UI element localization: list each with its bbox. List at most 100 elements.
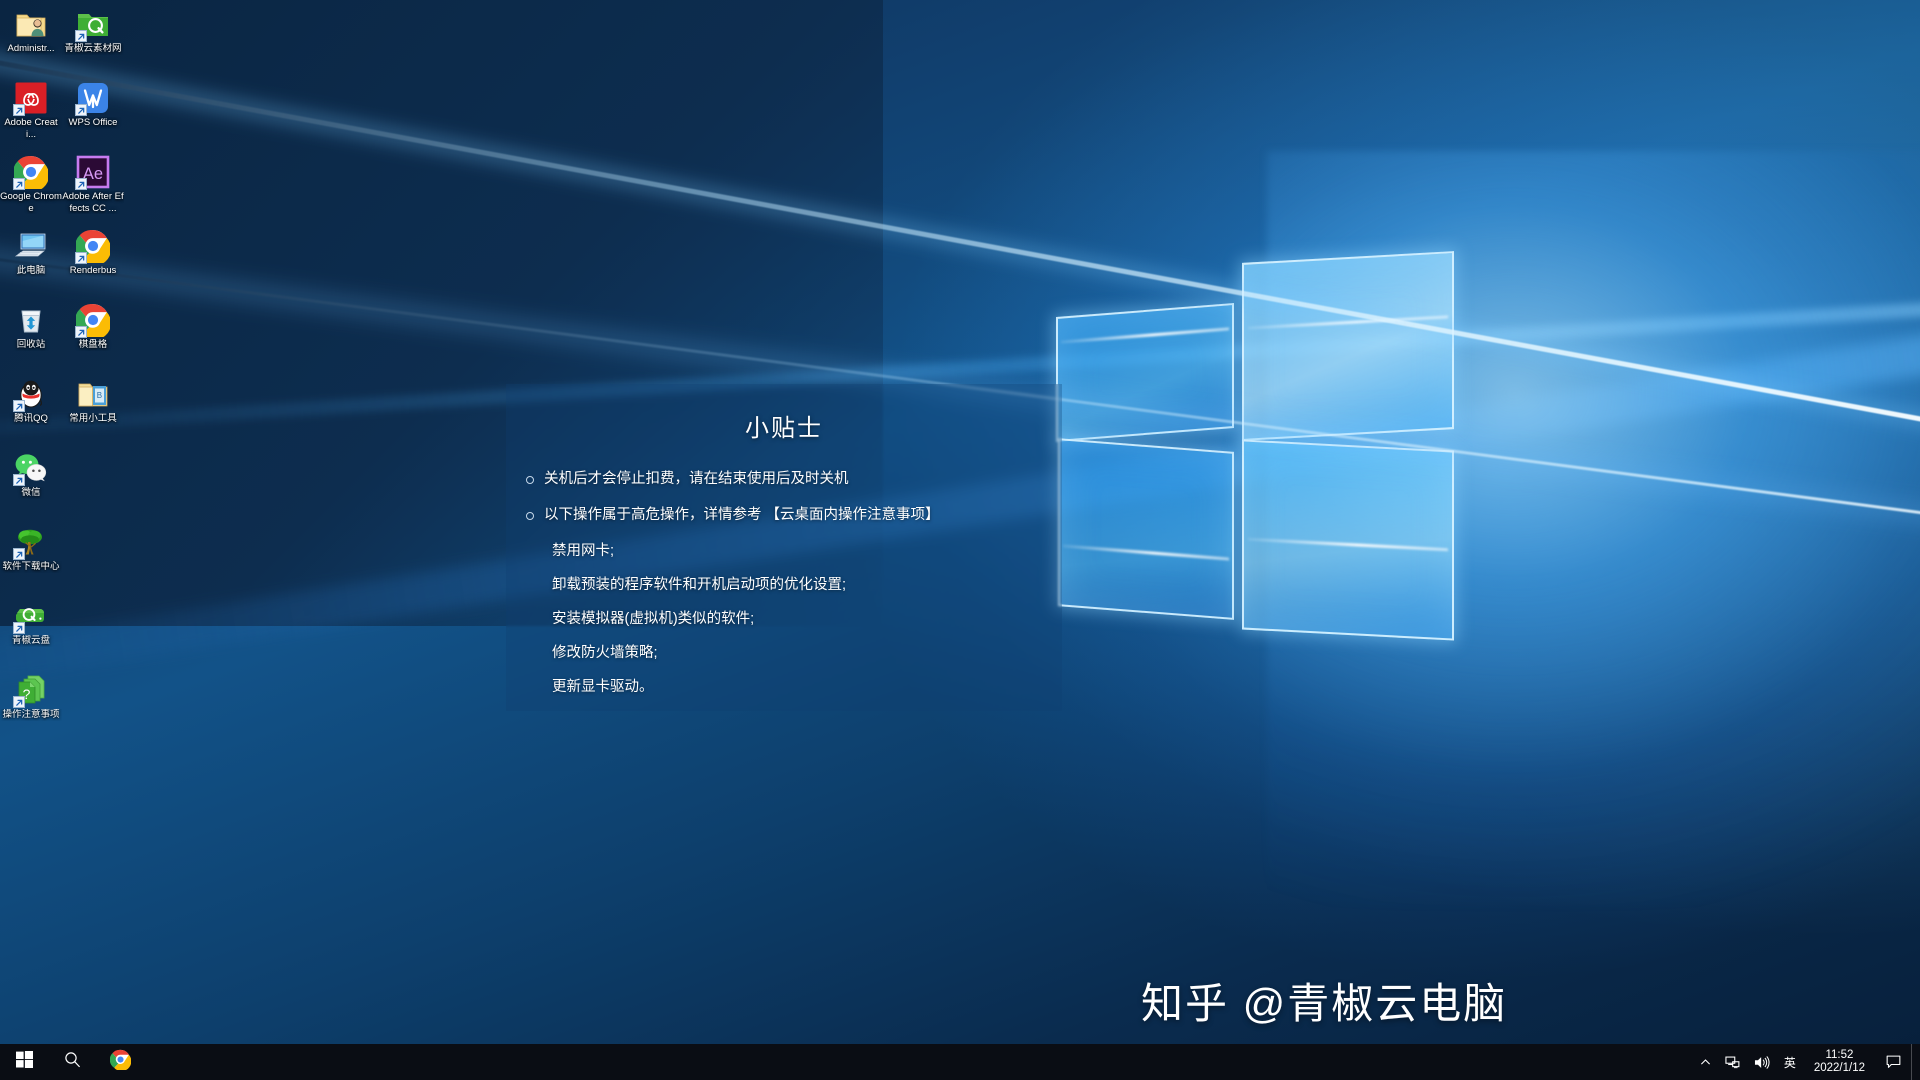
desktop-icon-操作注意事项[interactable]: ? 操作注意事项 bbox=[0, 670, 62, 744]
windows-logo-icon bbox=[15, 1051, 33, 1073]
tray-chevron-up-icon[interactable] bbox=[1693, 1044, 1718, 1080]
network-icon[interactable] bbox=[1718, 1044, 1747, 1080]
desktop-icon-Adobe After Effects CC ...[interactable]: Ae Adobe After Effects CC ... bbox=[62, 152, 124, 226]
taskbar[interactable]: 英 11:52 2022/1/12 bbox=[0, 1044, 1920, 1080]
desktop-icon-label: Adobe After Effects CC ... bbox=[62, 191, 124, 214]
desktop-icon-Renderbus[interactable]: Renderbus bbox=[62, 226, 124, 300]
green-folder-q-icon bbox=[75, 7, 110, 42]
user-folder-icon bbox=[14, 7, 48, 41]
desktop-icon-label: 微信 bbox=[21, 487, 41, 498]
search-icon bbox=[64, 1051, 81, 1073]
tree-icon bbox=[13, 525, 48, 560]
tip-text: 关机后才会停止扣费，请在结束使用后及时关机 bbox=[544, 471, 849, 487]
tip-text: 以下操作属于高危操作，详情参考 【云桌面内操作注意事项】 bbox=[544, 507, 940, 523]
clock-date: 2022/1/12 bbox=[1813, 1062, 1865, 1074]
shortcut-arrow-icon bbox=[75, 326, 87, 338]
desktop-icon-label: WPS Office bbox=[68, 117, 118, 128]
action-center-button[interactable] bbox=[1876, 1044, 1911, 1080]
this-pc-icon bbox=[14, 229, 48, 263]
tips-panel-title: 小贴士 bbox=[745, 415, 823, 442]
shortcut-arrow-icon bbox=[75, 30, 87, 42]
taskbar-left-group[interactable] bbox=[0, 1044, 144, 1080]
desktop-icon-label: Adobe Creati... bbox=[4, 117, 58, 140]
shortcut-arrow-icon bbox=[13, 622, 25, 634]
desktop-icon-label: Renderbus bbox=[69, 265, 117, 276]
tip-sub-item: 卸载预装的程序软件和开机启动项的优化设置; bbox=[552, 577, 847, 593]
tip-bullet-row: 以下操作属于高危操作，详情参考 【云桌面内操作注意事项】 bbox=[526, 505, 1044, 525]
desktop-icon-青椒云素材网[interactable]: 青椒云素材网 bbox=[62, 4, 124, 78]
ime-indicator[interactable]: 英 bbox=[1777, 1044, 1803, 1080]
desktop-icon-Google Chrome[interactable]: Google Chrome bbox=[0, 152, 62, 226]
desktop-icon-Administr...[interactable]: Administr... bbox=[0, 4, 62, 78]
desktop-icon-Adobe Creati...[interactable]: Adobe Creati... bbox=[0, 78, 62, 152]
recycle-bin-icon bbox=[14, 303, 48, 337]
desktop-icon-label: 棋盘格 bbox=[78, 339, 108, 350]
desktop-icon-label: 操作注意事项 bbox=[2, 709, 60, 720]
system-tray[interactable]: 英 11:52 2022/1/12 bbox=[1693, 1044, 1920, 1080]
tip-bullet-icon bbox=[526, 512, 534, 520]
taskbar-empty-area[interactable] bbox=[144, 1044, 1693, 1080]
desktop-icon-回收站[interactable]: 回收站 bbox=[0, 300, 62, 374]
desktop-icon-常用小工具[interactable]: B 常用小工具 bbox=[62, 374, 124, 448]
desktop-icon-软件下载中心[interactable]: 软件下载中心 bbox=[0, 522, 62, 596]
chrome-icon bbox=[109, 1049, 131, 1075]
wechat-icon bbox=[13, 451, 48, 486]
svg-text:B: B bbox=[97, 391, 102, 400]
volume-icon[interactable] bbox=[1747, 1044, 1777, 1080]
windows-logo-pane-top-left bbox=[1056, 302, 1234, 443]
tip-sub-item: 禁用网卡; bbox=[552, 543, 615, 559]
desktop-icon-empty-slot bbox=[62, 448, 124, 522]
show-desktop-button[interactable] bbox=[1911, 1044, 1918, 1080]
tip-sub-item: 修改防火墙策略; bbox=[552, 645, 658, 661]
desktop-icon-empty-slot bbox=[62, 522, 124, 596]
tip-bullet-icon bbox=[526, 476, 534, 484]
chrome-icon bbox=[75, 303, 110, 338]
desktop-icon-label: 青椒云盘 bbox=[11, 635, 50, 646]
desktop-icon-label: Administr... bbox=[7, 43, 55, 54]
taskbar-item-chrome[interactable] bbox=[96, 1044, 144, 1080]
taskbar-clock[interactable]: 11:52 2022/1/12 bbox=[1803, 1044, 1876, 1080]
green-help-doc-icon: ? bbox=[13, 673, 48, 708]
desktop-icon-青椒云盘[interactable]: 青椒云盘 bbox=[0, 596, 62, 670]
desktop-icon-label: 软件下载中心 bbox=[2, 561, 60, 572]
shortcut-arrow-icon bbox=[75, 178, 87, 190]
desktop-icon-label: 常用小工具 bbox=[69, 413, 117, 424]
search-button[interactable] bbox=[48, 1044, 96, 1080]
tips-panel-list: 关机后才会停止扣费，请在结束使用后及时关机以下操作属于高危操作，详情参考 【云桌… bbox=[506, 469, 1062, 697]
desktop-icon-WPS Office[interactable]: WPS Office bbox=[62, 78, 124, 152]
shortcut-arrow-icon bbox=[13, 474, 25, 486]
desktop-icon-此电脑[interactable]: 此电脑 bbox=[0, 226, 62, 300]
adobe-creative-cloud-icon bbox=[13, 81, 48, 116]
shortcut-arrow-icon bbox=[13, 104, 25, 116]
windows-logo-watermark bbox=[1040, 245, 1460, 645]
after-effects-icon: Ae bbox=[75, 155, 110, 190]
shortcut-arrow-icon bbox=[13, 400, 25, 412]
windows-logo-pane-bottom-left bbox=[1058, 438, 1234, 620]
shortcut-arrow-icon bbox=[13, 696, 25, 708]
shortcut-arrow-icon bbox=[75, 252, 87, 264]
desktop-root[interactable]: Administr... 青椒云素材网 Adobe Creati... WPS … bbox=[0, 0, 1920, 1080]
tip-sub-item: 更新显卡驱动。 bbox=[552, 679, 654, 695]
notification-icon bbox=[1886, 1055, 1901, 1068]
tools-folder-icon: B bbox=[76, 377, 110, 411]
desktop-icon-微信[interactable]: 微信 bbox=[0, 448, 62, 522]
windows-logo-pane-bottom-right bbox=[1242, 439, 1454, 641]
desktop-icon-label: 回收站 bbox=[16, 339, 46, 350]
chrome-icon bbox=[75, 229, 110, 264]
desktop-icon-label: 青椒云素材网 bbox=[64, 43, 122, 54]
chrome-icon bbox=[13, 155, 48, 190]
start-button[interactable] bbox=[0, 1044, 48, 1080]
desktop-icon-empty-slot bbox=[62, 670, 124, 744]
desktop-icon-grid[interactable]: Administr... 青椒云素材网 Adobe Creati... WPS … bbox=[0, 4, 132, 744]
shortcut-arrow-icon bbox=[13, 178, 25, 190]
desktop-icon-棋盘格[interactable]: 棋盘格 bbox=[62, 300, 124, 374]
tips-panel: 小贴士 关机后才会停止扣费，请在结束使用后及时关机以下操作属于高危操作，详情参考… bbox=[506, 384, 1062, 711]
desktop-icon-腾讯QQ[interactable]: 腾讯QQ bbox=[0, 374, 62, 448]
clock-time: 11:52 bbox=[1825, 1049, 1854, 1061]
shortcut-arrow-icon bbox=[13, 548, 25, 560]
tip-sub-item: 安装模拟器(虚拟机)类似的软件; bbox=[552, 611, 755, 627]
zhihu-watermark: 知乎 @青椒云电脑 bbox=[1141, 980, 1508, 1027]
tencent-qq-icon bbox=[13, 377, 48, 412]
desktop-icon-label: 腾讯QQ bbox=[14, 413, 48, 424]
wps-office-icon bbox=[75, 81, 110, 116]
